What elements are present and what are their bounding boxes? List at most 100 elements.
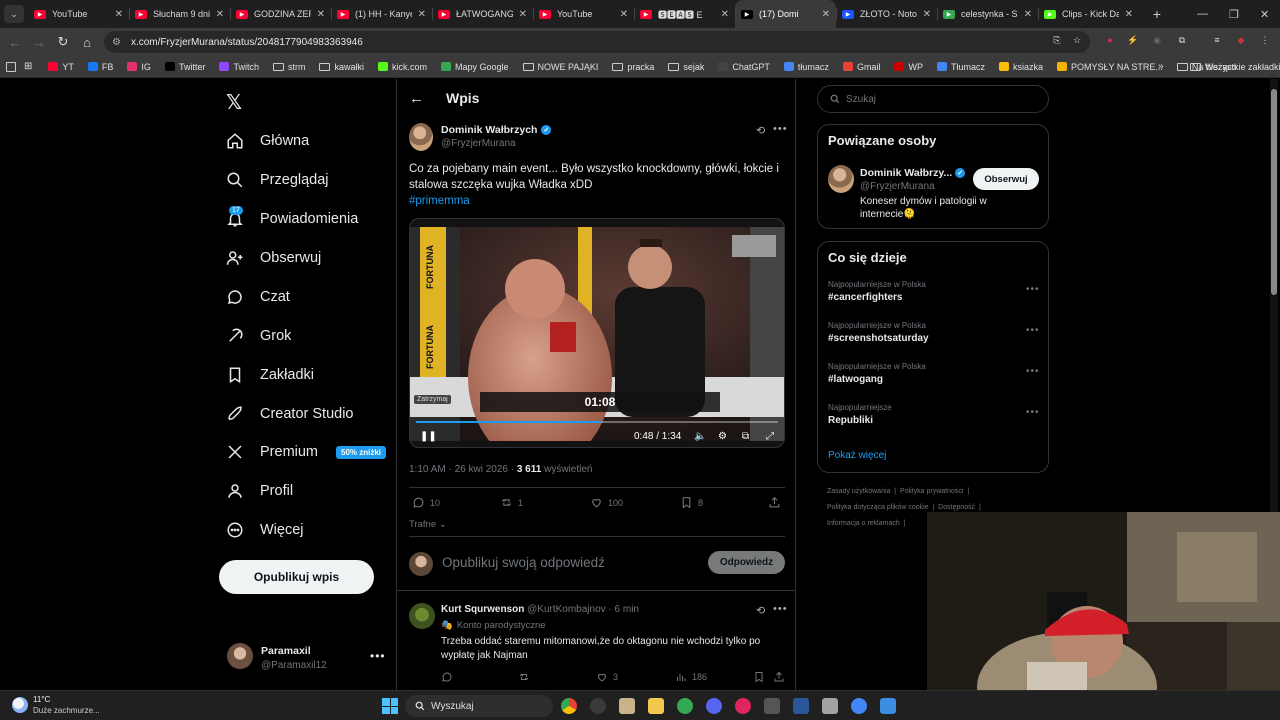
menu-icon[interactable]: ⋮ bbox=[1258, 33, 1272, 47]
app-icon[interactable] bbox=[822, 698, 838, 714]
bookmark-item[interactable]: Gmail bbox=[842, 62, 880, 72]
comment-reply-action[interactable] bbox=[441, 671, 453, 683]
shield-app-icon[interactable] bbox=[677, 698, 693, 714]
bookmark-item[interactable]: Tłumacz bbox=[936, 62, 985, 72]
bookmark-item[interactable]: kick.com bbox=[377, 62, 427, 72]
terminal-icon[interactable] bbox=[764, 698, 780, 714]
chrome-icon[interactable] bbox=[561, 698, 577, 714]
bookmark-item[interactable]: POMYSŁY NA STRE... bbox=[1056, 62, 1163, 72]
footer-link[interactable]: Polityka prywatności bbox=[900, 488, 963, 495]
bookmark-item[interactable]: YT bbox=[48, 62, 74, 72]
comment-like-action[interactable]: 3 bbox=[596, 671, 618, 683]
close-tab-icon[interactable]: ✕ bbox=[317, 9, 325, 20]
new-tab-button[interactable]: + bbox=[1147, 6, 1167, 22]
bookmark-item[interactable]: ChatGPT bbox=[718, 62, 770, 72]
video-progress-track[interactable] bbox=[416, 421, 778, 423]
trend-tag[interactable]: #latwogang bbox=[828, 374, 883, 385]
extension-icon[interactable]: ⚡ bbox=[1126, 33, 1140, 47]
fullscreen-icon[interactable]: ⤢ bbox=[766, 429, 774, 443]
browser-tab[interactable]: ▶ ZŁOTO - Noto ✕ bbox=[836, 0, 937, 28]
footer-link[interactable]: Informacja o reklamach bbox=[827, 520, 900, 527]
bookmark-item[interactable]: IG bbox=[127, 62, 151, 72]
back-arrow-icon[interactable]: ← bbox=[409, 90, 424, 107]
record-extension-icon[interactable]: ● bbox=[1103, 33, 1117, 47]
browser-tab[interactable]: ▶ (17) Domi ✕ bbox=[735, 0, 836, 28]
pip-icon[interactable]: ⧉ bbox=[742, 429, 749, 443]
weather-desc[interactable]: Duże zachmurze... bbox=[33, 706, 100, 715]
sidebar-toggle-icon[interactable] bbox=[6, 61, 16, 72]
bookmark-action[interactable]: 8 bbox=[680, 496, 703, 509]
trend-tag[interactable]: #screenshotsaturday bbox=[828, 333, 929, 344]
search-input[interactable]: Szukaj bbox=[817, 85, 1049, 113]
comment-more-icon[interactable]: ••• bbox=[773, 603, 788, 615]
trend-more-icon[interactable]: ••• bbox=[1026, 325, 1040, 336]
settings-icon[interactable]: ⚙ bbox=[718, 429, 727, 443]
file-explorer-icon[interactable] bbox=[648, 698, 664, 714]
extension-icon[interactable]: ◉ bbox=[1150, 33, 1164, 47]
author-name[interactable]: Dominik Wałbrzych ✓ bbox=[441, 124, 552, 136]
hashtag-link[interactable]: #primemma bbox=[409, 195, 470, 207]
nav-item[interactable]: Główna bbox=[226, 128, 309, 154]
bookmark-item[interactable]: Mapy Google bbox=[441, 62, 509, 72]
bookmark-item[interactable]: tłumacz bbox=[783, 62, 829, 72]
browser-tab[interactable]: ▶ Słucham 9 dni ✕ bbox=[129, 0, 230, 28]
video-frame[interactable]: FORTUNA FORTUNA 01:08 bbox=[410, 227, 785, 441]
comment-share-action[interactable] bbox=[773, 671, 785, 683]
browser-tab[interactable]: ▶ (1) HH - Kanye ✕ bbox=[331, 0, 432, 28]
reload-icon[interactable]: ↻ bbox=[51, 34, 75, 50]
close-window-button[interactable]: ✕ bbox=[1260, 0, 1269, 28]
reply-button[interactable]: Odpowiedz bbox=[708, 551, 785, 574]
post-button[interactable]: Opublikuj wpis bbox=[219, 560, 374, 594]
app-icon[interactable] bbox=[590, 698, 606, 714]
apps-grid-icon[interactable]: ⊞ bbox=[24, 61, 32, 72]
media-controls-icon[interactable]: ≡ bbox=[1210, 33, 1224, 47]
site-info-icon[interactable]: ⚙ bbox=[112, 37, 121, 48]
browser-tab[interactable]: ▶ Clips - Kick Da ✕ bbox=[1038, 0, 1139, 28]
close-tab-icon[interactable]: ✕ bbox=[1024, 9, 1032, 20]
trend-more-icon[interactable]: ••• bbox=[1026, 366, 1040, 377]
bookmark-item[interactable]: NOWE PAJĄKI bbox=[522, 62, 598, 72]
volume-icon[interactable]: 🔈 bbox=[694, 429, 706, 443]
bookmark-item[interactable]: ksiazka bbox=[998, 62, 1043, 72]
comment-bookmark-action[interactable] bbox=[753, 671, 765, 683]
author-handle[interactable]: @FryzjerMurana bbox=[441, 138, 516, 149]
opera-icon[interactable] bbox=[735, 698, 751, 714]
grok-explain-icon[interactable]: ⟲ bbox=[756, 124, 765, 137]
tab-search-button[interactable]: ⌄ bbox=[4, 5, 24, 23]
nav-item[interactable]: Przeglądaj bbox=[226, 167, 329, 193]
close-tab-icon[interactable]: ✕ bbox=[115, 9, 123, 20]
bookmark-item[interactable]: pracka bbox=[612, 62, 654, 72]
follow-button[interactable]: Obserwuj bbox=[973, 168, 1039, 190]
discord-icon[interactable] bbox=[706, 698, 722, 714]
browser-tab[interactable]: ▶ ŁATWOGANG ✕ bbox=[432, 0, 533, 28]
nav-item[interactable]: Powiadomienia bbox=[226, 206, 358, 232]
bookmark-item[interactable]: FB bbox=[87, 62, 113, 72]
footer-link[interactable]: Dostępność bbox=[938, 504, 975, 511]
home-icon[interactable]: ⌂ bbox=[75, 35, 99, 50]
bookmark-star-icon[interactable]: ☆ bbox=[1070, 33, 1084, 47]
like-action[interactable]: 100 bbox=[590, 496, 623, 509]
back-icon[interactable]: ← bbox=[3, 35, 27, 50]
bookmark-item[interactable]: Twitch bbox=[219, 62, 259, 72]
trend-tag[interactable]: #cancerfighters bbox=[828, 292, 902, 303]
photos-icon[interactable] bbox=[619, 698, 635, 714]
close-tab-icon[interactable]: ✕ bbox=[620, 9, 628, 20]
close-tab-icon[interactable]: ✕ bbox=[822, 9, 830, 20]
show-more-link[interactable]: Pokaż więcej bbox=[828, 450, 886, 461]
nav-item[interactable]: Grok bbox=[226, 323, 291, 349]
close-tab-icon[interactable]: ✕ bbox=[519, 9, 527, 20]
grok-explain-icon[interactable]: ⟲ bbox=[756, 604, 765, 617]
close-tab-icon[interactable]: ✕ bbox=[216, 9, 224, 20]
nav-item[interactable]: Premium 50% zniżki bbox=[226, 439, 387, 465]
sort-dropdown[interactable]: Trafne ⌄ bbox=[409, 519, 447, 530]
related-avatar[interactable] bbox=[828, 165, 854, 193]
bookmark-item[interactable]: WP bbox=[894, 62, 923, 72]
browser-tab[interactable]: ▶ YouTube ✕ bbox=[533, 0, 634, 28]
close-tab-icon[interactable]: ✕ bbox=[721, 9, 729, 20]
nav-item[interactable]: Obserwuj bbox=[226, 245, 321, 271]
weather-temp[interactable]: 11°C bbox=[33, 695, 50, 704]
bookmark-item[interactable]: sejak bbox=[668, 62, 704, 72]
comment-views-action[interactable]: 186 bbox=[675, 671, 707, 683]
pause-icon[interactable]: ❚❚ bbox=[420, 429, 437, 443]
taskbar-search[interactable]: Wyszukaj bbox=[405, 695, 553, 717]
